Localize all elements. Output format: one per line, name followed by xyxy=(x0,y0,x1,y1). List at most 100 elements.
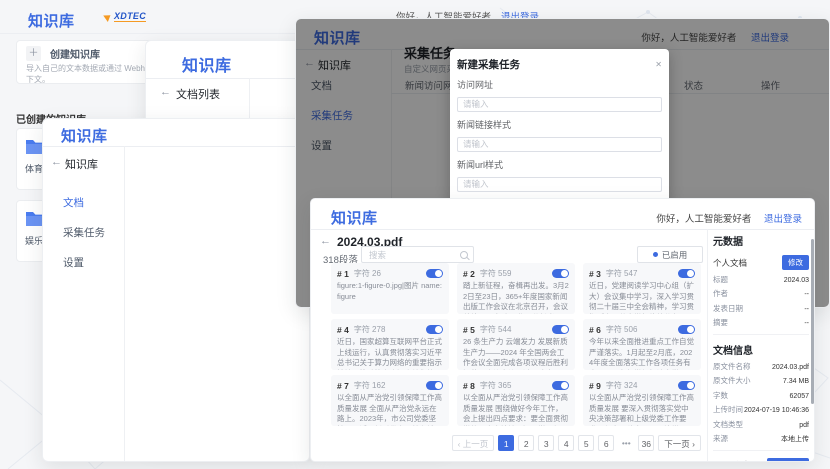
paragraph-card: # 9 字符 324 以全面从严治党引领保障工作高质量发展 要深入贯彻落实党中央… xyxy=(583,375,701,426)
section-divider xyxy=(713,450,809,451)
page-button[interactable]: 2 xyxy=(518,435,534,451)
paragraph-grid: # 1 字符 26 figure:1-figure-0.jpg|图片 name:… xyxy=(331,263,701,426)
metadata-row: 摘要 -- xyxy=(713,317,809,328)
docinfo-row: 文档类型 pdf xyxy=(713,419,809,430)
logout-link[interactable]: 退出登录 xyxy=(764,214,802,225)
panel-title: 知识库 xyxy=(61,125,108,146)
search-icon xyxy=(460,251,468,259)
sidebar-scrollbar[interactable] xyxy=(811,239,814,404)
metadata-sidebar: 元数据 个人文档 修改 标题 2024.03 作者 -- 发表日期 -- xyxy=(713,233,809,462)
toggle-knob xyxy=(561,326,568,333)
nav-item[interactable]: 设置 xyxy=(63,255,105,270)
paragraph-index: # 6 xyxy=(589,325,601,335)
back-icon[interactable]: ← xyxy=(320,236,331,247)
paragraph-toggle[interactable] xyxy=(426,381,443,390)
paragraph-card: # 3 字符 547 近日，党建阅读学习中心组（扩大）会议集中学习，深入学习贯彻… xyxy=(583,263,701,314)
recall-button[interactable]: 重新召回 xyxy=(767,458,809,462)
toggle-knob xyxy=(561,270,568,277)
paragraph-toggle[interactable] xyxy=(552,381,569,390)
user-greeting: 你好，人工智能爱好者 xyxy=(656,214,751,225)
paragraph-index: # 7 xyxy=(337,381,349,391)
paragraph-toggle[interactable] xyxy=(552,325,569,334)
paragraph-text: 以全面从严治党引领保障工作高质量发展 要深入贯彻落实党中央决策部署和上级党委工作… xyxy=(589,393,695,426)
sidebar-divider xyxy=(707,229,708,461)
app-title: 知识库 xyxy=(28,10,75,31)
nav-item[interactable]: 文档 xyxy=(63,195,105,210)
page-button[interactable]: 4 xyxy=(558,435,574,451)
toggle-knob xyxy=(687,270,694,277)
search-input[interactable] xyxy=(367,249,460,261)
edit-metadata-button[interactable]: 修改 xyxy=(782,255,809,270)
docinfo-row: 上传时间 2024-07-19 10:46:36 xyxy=(713,404,809,415)
back-icon[interactable]: ← xyxy=(160,87,171,98)
panel-document-detail: 知识库 你好，人工智能爱好者 退出登录 ← 2024.03.pdf 318段落 … xyxy=(310,198,815,462)
nav-item[interactable]: 采集任务 xyxy=(63,225,105,240)
close-icon[interactable]: ✕ xyxy=(655,60,662,69)
paragraph-toggle[interactable] xyxy=(678,325,695,334)
paragraph-index: # 2 xyxy=(463,269,475,279)
page-button[interactable]: ‹ 上一页 xyxy=(452,435,495,451)
search-box xyxy=(361,246,474,263)
paragraph-text: 26 条生产力 云端发力 发展新质生产力——2024 年全国两会工作会议全面完成… xyxy=(463,337,569,370)
paragraph-text: 踏上新征程，奋楫再出发。3月22日至23日，365+年度国家新闻出版工作会议在北… xyxy=(463,281,569,314)
paragraph-card: # 1 字符 26 figure:1-figure-0.jpg|图片 name:… xyxy=(331,263,449,314)
field-input[interactable] xyxy=(457,177,662,192)
toggle-knob xyxy=(561,382,568,389)
header-user-area: 你好，人工智能爱好者 退出登录 xyxy=(656,211,802,225)
page-button[interactable]: 6 xyxy=(598,435,614,451)
paragraph-toggle[interactable] xyxy=(426,269,443,278)
page-button[interactable]: 1 xyxy=(498,435,514,451)
back-icon[interactable]: ← xyxy=(51,157,62,168)
paragraph-card: # 8 字符 365 以全面从严治党引领保障工作高质量发展 围绕做好今年工作，会… xyxy=(457,375,575,426)
paragraph-text: figure:1-figure-0.jpg|图片 name:figure xyxy=(337,281,443,302)
divider xyxy=(43,146,309,147)
docinfo-rows: 原文件名称 2024.03.pdf 原文件大小 7.34 MB 字数 62057… xyxy=(713,361,809,445)
doc-type-label: 个人文档 xyxy=(713,257,747,269)
page-button[interactable]: 下一页 › xyxy=(658,435,701,451)
xdtec-logo: XDTEC xyxy=(104,11,146,22)
paragraph-card: # 6 字符 506 今年以来全面推进重点工作自觉严谨落实。1月起至2月底，20… xyxy=(583,319,701,370)
paragraph-toggle[interactable] xyxy=(678,269,695,278)
divider xyxy=(311,229,814,230)
field-label: 新闻链接样式 xyxy=(457,118,662,131)
docinfo-row: 原文件名称 2024.03.pdf xyxy=(713,361,809,372)
docinfo-row: 原文件大小 7.34 MB xyxy=(713,375,809,386)
toggle-knob xyxy=(687,382,694,389)
page-button[interactable]: ••• xyxy=(618,435,634,451)
docinfo-row: 来源 本地上传 xyxy=(713,433,809,444)
paragraph-text: 近日，党建阅读学习中心组（扩大）会议集中学习，深入学习贯彻二十届三中全会精神，学… xyxy=(589,281,695,314)
paragraph-toggle[interactable] xyxy=(552,269,569,278)
page-button[interactable]: 3 xyxy=(538,435,554,451)
field-input[interactable] xyxy=(457,97,662,112)
paragraph-toggle[interactable] xyxy=(678,381,695,390)
paragraph-chars: 字符 506 xyxy=(606,324,638,335)
panel-title: 知识库 xyxy=(331,207,378,228)
back-label[interactable]: 文档列表 xyxy=(176,86,220,102)
paragraph-index: # 8 xyxy=(463,381,475,391)
panel-kb-nav: 知识库 ← 知识库 文档 采集任务 设置 xyxy=(42,118,310,462)
panel-title: 知识库 xyxy=(182,52,232,76)
paragraph-index: # 9 xyxy=(589,381,601,391)
section-divider xyxy=(713,334,809,335)
form-field: 新闻url样式 xyxy=(457,158,662,192)
paragraph-chars: 字符 26 xyxy=(354,268,381,279)
paragraph-chars: 字符 324 xyxy=(606,380,638,391)
paragraph-toggle[interactable] xyxy=(426,325,443,334)
metadata-rows: 标题 2024.03 作者 -- 发表日期 -- 摘要 -- xyxy=(713,274,809,329)
status-dot-icon xyxy=(653,252,658,257)
paragraph-card: # 7 字符 162 以全面从严治党引领保障工作高质量发展 全面从严治党永远在路… xyxy=(331,375,449,426)
back-label[interactable]: 知识库 xyxy=(65,156,98,172)
pagination: ‹ 上一页 1 2 3 4 5 6 ••• 36 下一页 › xyxy=(331,435,701,451)
enabled-filter-button[interactable]: 已启用 xyxy=(637,246,703,263)
field-label: 访问网址 xyxy=(457,78,662,91)
metadata-title: 元数据 xyxy=(713,233,809,248)
form-field: 新闻链接样式 xyxy=(457,118,662,152)
page-button[interactable]: 5 xyxy=(578,435,594,451)
page-button[interactable]: 36 xyxy=(638,435,654,451)
paragraph-index: # 5 xyxy=(463,325,475,335)
field-input[interactable] xyxy=(457,137,662,152)
nav-menu: 文档 采集任务 设置 xyxy=(63,195,105,285)
paragraph-chars: 字符 278 xyxy=(354,324,386,335)
metadata-row: 发表日期 -- xyxy=(713,303,809,314)
plus-icon: ＋ xyxy=(26,46,41,61)
